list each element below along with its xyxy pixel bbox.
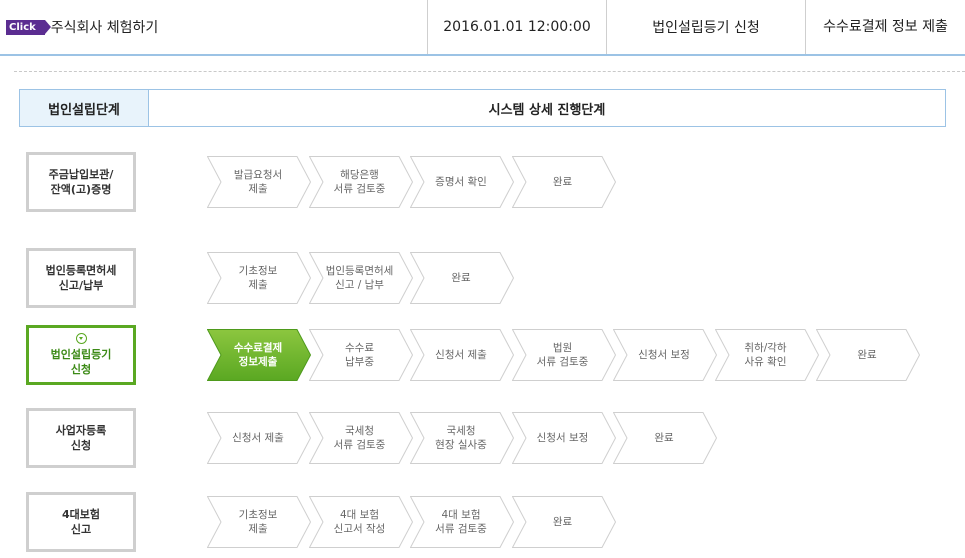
header-bar: Click 주식회사 체험하기 2016.01.01 12:00:00 법인설립… [0, 0, 965, 56]
stage-box[interactable]: 주금납입보관/ 잔액(고)증명 [26, 152, 136, 212]
dashed-divider [14, 71, 965, 72]
current-step: 수수료결제 정보 제출 [823, 19, 948, 35]
step-label: 신청서 보정 [536, 432, 589, 444]
step-label: 완료 [552, 516, 573, 528]
datetime: 2016.01.01 12:00:00 [443, 19, 591, 35]
click-badge[interactable]: Click [6, 19, 51, 35]
step-label: 해당은행 서류 검토중 [333, 169, 386, 195]
step-label: 국세청 서류 검토중 [333, 425, 386, 451]
stage-label: 4대보험 신고 [61, 508, 100, 536]
step-chevron[interactable]: 법원 서류 검토중 [511, 329, 616, 381]
stage-column-header: 법인설립단계 [19, 89, 149, 127]
stage-box[interactable]: 법인등록면허세 신고/납부 [26, 248, 136, 308]
step-label: 증명서 확인 [435, 176, 487, 188]
step-label: 기초정보 제출 [238, 509, 278, 535]
step-chevron[interactable]: 해당은행 서류 검토중 [308, 156, 413, 208]
stage-box[interactable]: 법인설립등기 신청 [26, 325, 136, 385]
step-chevron[interactable]: 국세청 현장 실사중 [410, 412, 514, 464]
step-label: 완료 [654, 432, 674, 444]
stage-label: 주금납입보관/ 잔액(고)증명 [48, 168, 114, 196]
step-label: 수수료 납부중 [345, 342, 374, 368]
step-chevron[interactable]: 신청서 제출 [207, 412, 311, 464]
company-title-cell: Click 주식회사 체험하기 [6, 0, 420, 54]
step-label: 법인등록면허세 신고 / 납부 [325, 265, 394, 291]
step-chevron[interactable]: 법인등록면허세 신고 / 납부 [308, 252, 413, 304]
step-chevron[interactable]: 완료 [511, 496, 616, 548]
step-chevron[interactable]: 국세청 서류 검토중 [308, 412, 413, 464]
step-chevron[interactable]: 신청서 보정 [613, 329, 717, 381]
step-chevron[interactable]: 기초정보 제출 [207, 252, 311, 304]
application-name: 법인설립등기 신청 [652, 20, 760, 36]
step-chevron[interactable]: 기초정보 제출 [207, 496, 311, 548]
step-label: 발급요청서 제출 [233, 169, 283, 195]
company-title[interactable]: 주식회사 체험하기 [51, 17, 159, 37]
step-label: 기초정보 제출 [238, 265, 278, 291]
stage-label: 법인등록면허세 신고/납부 [45, 264, 117, 292]
step-label: 4대 보험 서류 검토중 [435, 509, 487, 535]
step-chevron[interactable]: 완료 [613, 412, 717, 464]
step-label: 4대 보험 신고서 작성 [333, 509, 386, 535]
step-label: 완료 [552, 176, 573, 188]
step-chevron[interactable]: 완료 [410, 252, 514, 304]
step-chevron[interactable]: 완료 [816, 329, 920, 381]
step-label: 신청서 제출 [232, 432, 284, 444]
step-chevron[interactable]: 신청서 보정 [511, 412, 616, 464]
step-label: 법원 서류 검토중 [536, 342, 589, 368]
step-label: 수수료결제 정보제출 [233, 342, 283, 368]
step-label: 완료 [857, 349, 877, 361]
current-stage-icon [75, 333, 87, 344]
stage-box[interactable]: 4대보험 신고 [26, 492, 136, 552]
stage-box[interactable]: 사업자등록 신청 [26, 408, 136, 468]
step-chevron[interactable]: 발급요청서 제출 [207, 156, 311, 208]
step-label: 신청서 제출 [435, 349, 487, 361]
step-chevron[interactable]: 취하/각하 사유 확인 [714, 329, 819, 381]
step-chevron[interactable]: 수수료 납부중 [308, 329, 413, 381]
step-chevron[interactable]: 증명서 확인 [410, 156, 514, 208]
step-chevron-current[interactable]: 수수료결제 정보제출 [207, 329, 311, 381]
step-label: 국세청 현장 실사중 [435, 425, 487, 451]
step-chevron[interactable]: 4대 보험 신고서 작성 [308, 496, 413, 548]
step-chevron[interactable]: 4대 보험 서류 검토중 [410, 496, 514, 548]
step-label: 취하/각하 사유 확인 [744, 342, 787, 368]
step-label: 신청서 보정 [638, 349, 690, 361]
stage-label: 사업자등록 신청 [55, 424, 107, 452]
step-chevron[interactable]: 완료 [511, 156, 616, 208]
stage-label: 법인설립등기 신청 [50, 348, 112, 376]
step-chevron[interactable]: 신청서 제출 [410, 329, 514, 381]
progress-column-header: 시스템 상세 진행단계 [148, 89, 946, 127]
step-label: 완료 [451, 272, 471, 284]
